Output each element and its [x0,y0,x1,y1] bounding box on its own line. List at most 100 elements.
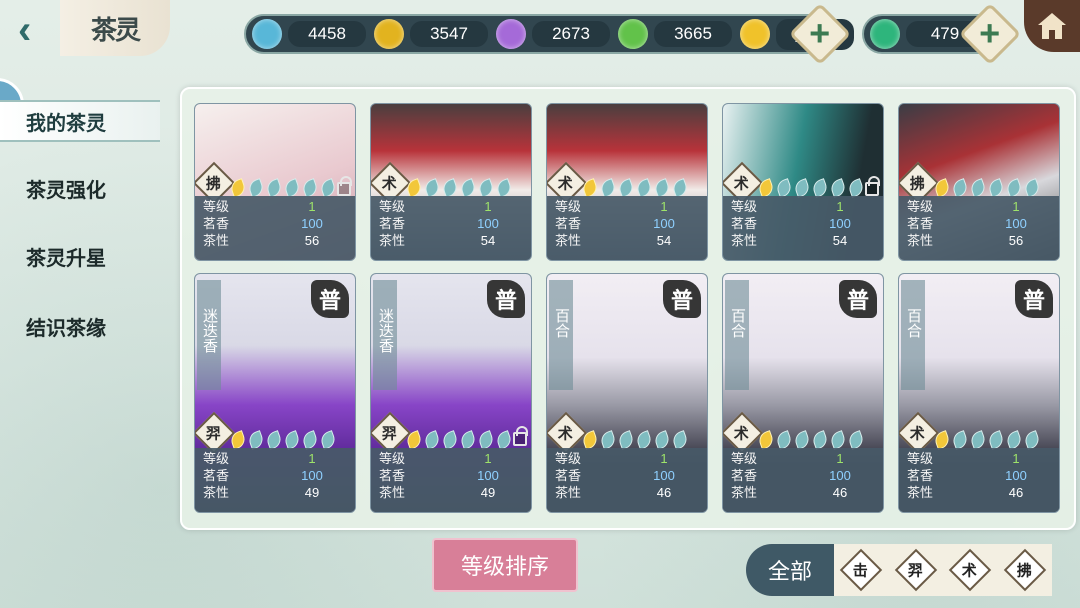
level-value: 1 [484,199,492,214]
card-stats: 等级 1 茗香 100 茶性 56 [899,196,1059,260]
aroma-label: 茗香 [203,216,230,231]
aroma-value: 100 [653,216,675,231]
leaf-icon [792,178,812,198]
leaf-icon [494,430,514,450]
leaf-icon [986,178,1006,198]
lock-icon [337,176,352,196]
lock-icon [865,176,880,196]
spirit-card[interactable]: 百合 普 术 等级 1 茗香 100 茶性 46 [546,273,708,513]
leaf-icon [264,430,284,450]
back-button[interactable]: ‹ [18,10,54,54]
level-label: 等级 [907,199,934,214]
nature-value: 56 [1008,233,1024,248]
type-filter-bar: 全部 击 羿 术 拂 [746,544,1052,596]
leaf-icon [828,430,848,450]
leaf-icon [846,430,866,450]
filter-options: 击 羿 术 拂 [834,544,1052,596]
filter-all-button[interactable]: 全部 [746,544,834,596]
spirit-name: 百合 [725,280,749,390]
menu-item-enhance[interactable]: 茶灵强化 [26,172,146,204]
purple-gem-icon [496,19,526,49]
menu-item-meet[interactable]: 结识茶缘 [26,310,146,342]
aroma-label: 茗香 [379,468,406,483]
level-value: 1 [484,451,492,466]
menu-item-star-up[interactable]: 茶灵升星 [26,240,146,272]
leaf-icon [598,178,618,198]
aroma-label: 茗香 [203,468,230,483]
level-label: 等级 [907,451,934,466]
leaf-icon [810,430,830,450]
plus-icon: + [979,13,1001,54]
leaf-icon [458,430,478,450]
leaf-icon [1004,430,1024,450]
leaf-icon [756,430,776,450]
star-leaves [580,430,690,450]
star-leaves [756,430,866,450]
filter-sweep-button[interactable]: 拂 [1003,548,1046,592]
grade-badge: 普 [311,280,349,318]
leaf-icon [810,178,830,198]
leaf-icon [670,178,690,198]
leaf-icon [792,430,812,450]
spirit-card[interactable]: 术 等级 1 茗香 100 茶性 54 [722,103,884,261]
aroma-value: 100 [477,468,499,483]
gold-gem-icon [374,19,404,49]
card-stats: 等级 1 茗香 100 茶性 54 [547,196,707,260]
aroma-label: 茗香 [555,216,582,231]
nature-value: 46 [832,485,848,500]
spirit-card[interactable]: 术 等级 1 茗香 100 茶性 54 [370,103,532,261]
leaf-icon [774,178,794,198]
leaf-icon [1022,430,1042,450]
star-leaves [756,178,866,198]
spirit-card[interactable]: 迷迭香 普 羿 等级 1 茗香 100 茶性 49 [370,273,532,513]
aroma-value: 100 [1005,216,1027,231]
nature-value: 54 [656,233,672,248]
leaf-icon [404,430,424,450]
leaf-icon [580,430,600,450]
leaf-icon [494,178,514,198]
level-value: 1 [1012,199,1020,214]
menu-item-my-tea-spirits[interactable]: 我的茶灵 [0,100,160,142]
spirit-name: 百合 [549,280,573,390]
spirit-card[interactable]: 百合 普 术 等级 1 茗香 100 茶性 46 [898,273,1060,513]
card-stats: 等级 1 茗香 100 茶性 49 [371,448,531,512]
spirit-card[interactable]: 拂 等级 1 茗香 100 茶性 56 [898,103,1060,261]
leaf-icon [634,430,654,450]
spirit-card[interactable]: 术 等级 1 茗香 100 茶性 54 [546,103,708,261]
spirit-card[interactable]: 拂 等级 1 茗香 100 茶性 56 [194,103,356,261]
spirit-card[interactable]: 迷迭香 普 羿 等级 1 茗香 100 茶性 49 [194,273,356,513]
leaf-icon [228,430,248,450]
filter-magic-button[interactable]: 术 [949,548,992,592]
level-value: 1 [308,199,316,214]
leaf-icon [476,178,496,198]
leaf-icon [598,430,618,450]
leaf-icon [440,178,460,198]
level-value: 1 [660,199,668,214]
nature-label: 茶性 [907,485,934,500]
leaf-icon [986,430,1006,450]
leaf-icon [246,178,266,198]
leaf-icon [932,178,952,198]
filter-strike-button[interactable]: 击 [840,548,883,592]
aroma-value: 100 [653,468,675,483]
aroma-label: 茗香 [731,216,758,231]
card-stats: 等级 1 茗香 100 茶性 54 [371,196,531,260]
filter-archer-button[interactable]: 羿 [894,548,937,592]
nature-label: 茶性 [203,233,230,248]
star-leaves [404,178,514,198]
spirit-name: 迷迭香 [373,280,397,390]
level-label: 等级 [379,199,406,214]
aroma-value: 100 [829,216,851,231]
leaf-icon [458,178,478,198]
leaf-icon [634,178,654,198]
star-leaves [932,178,1042,198]
currency-blue: 4458 [252,19,366,49]
nature-value: 49 [480,485,496,500]
spirit-card[interactable]: 百合 普 术 等级 1 茗香 100 茶性 46 [722,273,884,513]
level-value: 1 [1012,451,1020,466]
card-stats: 等级 1 茗香 100 茶性 54 [723,196,883,260]
sort-by-level-button[interactable]: 等级排序 [432,538,578,592]
home-icon [1038,13,1066,39]
nature-label: 茶性 [379,485,406,500]
nature-label: 茶性 [379,233,406,248]
